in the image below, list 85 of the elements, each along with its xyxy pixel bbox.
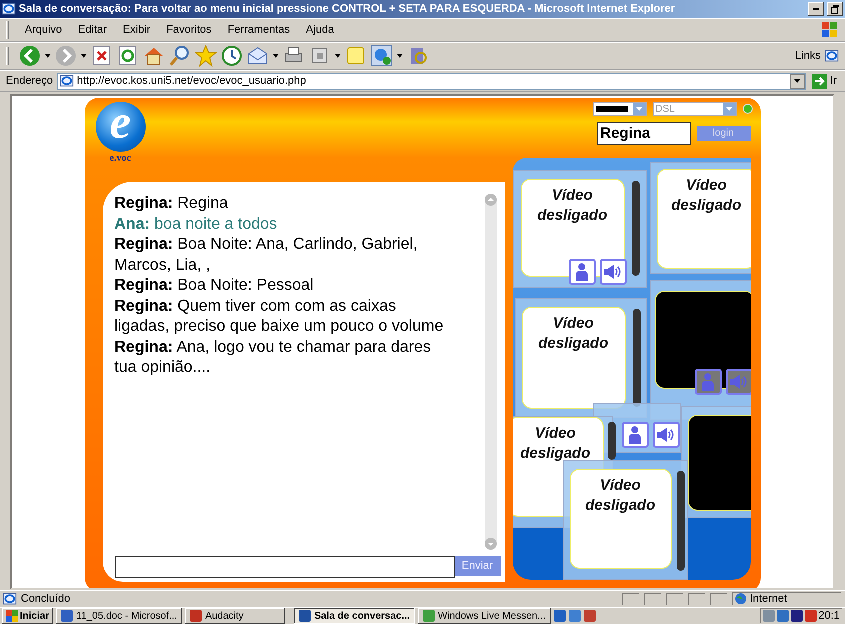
chat-message: Regina: Ana, logo vou te chamar para dares tua opinião.... (114, 338, 432, 378)
windows-logo-icon (821, 21, 839, 39)
logo-caption: e.voc (110, 153, 132, 164)
audio-toggle-button[interactable] (652, 422, 680, 448)
stop-icon[interactable] (91, 45, 113, 67)
caret-icon (794, 79, 802, 83)
history-icon[interactable] (221, 45, 243, 67)
address-field[interactable]: http://evoc.kos.uni5.net/evoc/evoc_usuario.php (57, 72, 806, 90)
quick-launch-icon[interactable] (554, 610, 566, 622)
page-icon (60, 74, 74, 88)
speaker-icon (729, 374, 749, 390)
window-title: Sala de conversação: Para voltar ao menu inicial pressione CONTROL + SETA PARA ESQUERDA - Microsoft Internet Explorer (19, 3, 676, 15)
camera-toggle-button[interactable] (694, 369, 722, 395)
minimize-icon (813, 8, 819, 10)
volume-slider[interactable] (608, 422, 616, 460)
minimize-button[interactable] (808, 2, 824, 16)
camera-toggle-button[interactable] (568, 259, 596, 285)
audio-toggle-button[interactable] (726, 369, 750, 395)
taskbar-button[interactable]: Windows Live Messen... (418, 608, 551, 624)
menu-item[interactable]: Editar (72, 22, 114, 38)
maximize-button[interactable] (827, 2, 843, 16)
arrow-icon (812, 74, 828, 88)
person-icon (575, 263, 589, 281)
caret-icon[interactable] (335, 53, 341, 59)
status-text: Concluído (21, 593, 71, 605)
video-off-label: Vídeo desligado (670, 176, 742, 216)
video-off-label: Vídeo desligado (537, 314, 610, 354)
taskbar-button[interactable]: 11_05.doc - Microsof... (56, 608, 182, 624)
logo-mark: e (96, 102, 146, 152)
windows-logo-icon (6, 610, 18, 622)
security-zone: Internet (750, 593, 788, 605)
restore-icon (830, 4, 840, 14)
volume-slider[interactable] (676, 471, 684, 571)
taskbar-button[interactable]: Audacity (185, 608, 286, 624)
video-off-label: Vídeo desligado (519, 424, 592, 464)
video-off-label: Vídeo desligado (584, 476, 656, 516)
speaker-icon (656, 427, 676, 443)
links-label[interactable]: Links (795, 50, 821, 62)
dropdown-button[interactable] (790, 74, 806, 88)
quick-launch-icon[interactable] (584, 610, 596, 622)
menu-item[interactable]: Favoritos (160, 22, 218, 38)
quick-launch-icon[interactable] (568, 610, 581, 622)
chat-message: Regina: Boa Noite: Ana, Carlindo, Gabriel, Marcos, Lia, , (114, 235, 419, 276)
go-button[interactable]: Ir (810, 74, 839, 88)
caret-icon[interactable] (81, 53, 87, 59)
camera-toggle-button[interactable] (622, 422, 648, 448)
start-button[interactable]: Iniciar (2, 608, 54, 624)
menu-item[interactable]: Ferramentas (222, 22, 296, 38)
url-text: http://evoc.kos.uni5.net/evoc/evoc_usuario.php (77, 75, 306, 87)
audio-toggle-button[interactable] (600, 259, 626, 285)
person-icon (701, 373, 715, 391)
color-swatch (596, 106, 628, 112)
star-icon[interactable] (195, 45, 217, 67)
taskbar-button[interactable]: Sala de conversac... (294, 608, 416, 624)
video-off-label: Vídeo desligado (536, 186, 608, 226)
color-select[interactable] (592, 102, 646, 116)
mail-icon[interactable] (247, 45, 269, 67)
caret-icon[interactable] (45, 53, 51, 59)
menu-item[interactable]: Ajuda (300, 22, 340, 38)
page-done-icon (3, 592, 17, 606)
chat-message: Regina: Quem tiver com com as caixas ligadas, preciso que baixe um pouco o volume (114, 296, 445, 337)
globe-icon (735, 593, 747, 605)
clock: 20:1 (818, 610, 840, 622)
link-page-icon (825, 49, 839, 63)
back-icon[interactable] (19, 45, 41, 67)
caret-icon[interactable] (273, 53, 279, 59)
chat-message: Regina: Regina (114, 194, 230, 214)
menu-item[interactable]: Exibir (117, 22, 157, 38)
app-icon (423, 610, 436, 622)
app-icon (299, 610, 312, 622)
chat-message: Regina: Boa Noite: Pessoal (114, 276, 315, 296)
caret-icon[interactable] (397, 53, 403, 59)
address-label: Endereço (6, 75, 54, 87)
chat-message: Ana: boa noite a todos (114, 214, 278, 234)
app-icon (190, 610, 202, 622)
message-field[interactable] (114, 556, 454, 578)
menu-item[interactable]: Arquivo (19, 22, 68, 38)
name-field[interactable]: Regina (596, 122, 690, 145)
browser-icon (2, 2, 16, 16)
app-icon (61, 610, 74, 622)
home-icon[interactable] (143, 45, 165, 67)
speaker-icon (603, 264, 623, 280)
person-icon (628, 426, 642, 444)
search-icon[interactable] (169, 45, 191, 67)
tray-icon[interactable] (790, 610, 803, 622)
